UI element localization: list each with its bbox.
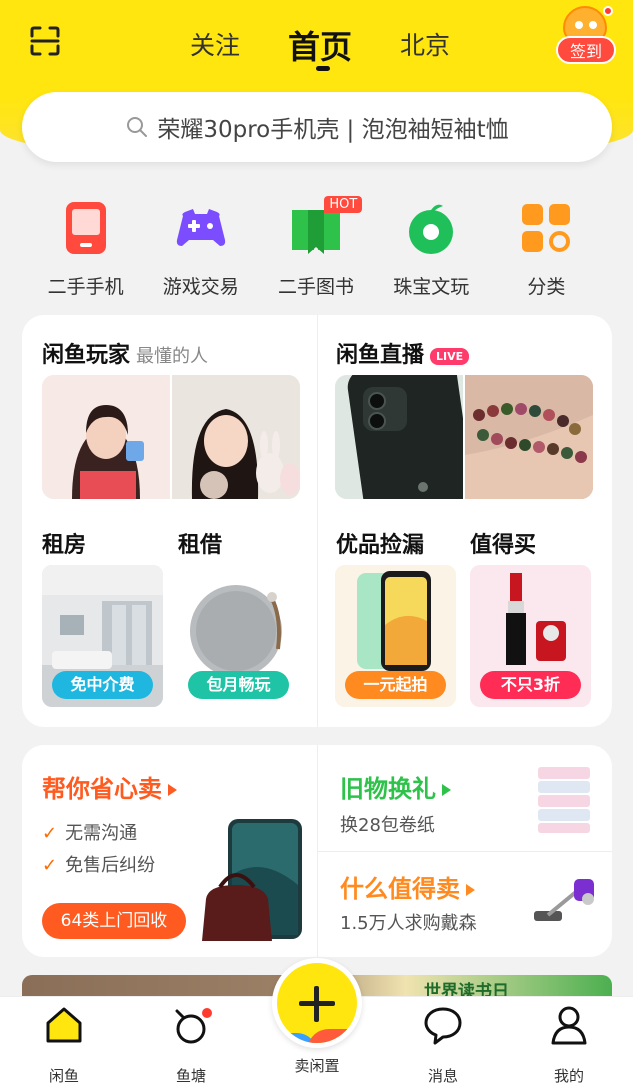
arrow-right-icon — [466, 884, 475, 896]
nav-label: 卖闲置 — [294, 1057, 340, 1075]
category-jewelry[interactable]: 珠宝文玩 — [374, 196, 489, 298]
sell-title: 帮你省心卖 — [42, 775, 162, 803]
exchange-section-title[interactable]: 旧物换礼 — [340, 769, 451, 804]
category-row: 二手手机 游戏交易 HOT 二手图书 珠宝文玩 分类 — [28, 196, 604, 298]
search-placeholder: 荣耀30pro手机壳 | 泡泡袖短袖t恤 — [157, 117, 509, 143]
worth-buy-title[interactable]: 值得买 — [470, 527, 536, 559]
check-icon: ✓ — [42, 855, 58, 876]
profile-icon — [551, 1006, 587, 1045]
bargain-thumb[interactable]: 一元起拍 — [335, 565, 456, 707]
nav-label: 闲鱼 — [48, 1067, 79, 1084]
search-bar[interactable]: 荣耀30pro手机壳 | 泡泡袖短袖t恤 — [22, 92, 612, 162]
player-photo-2[interactable] — [172, 375, 300, 499]
category-label: 游戏交易 — [162, 276, 239, 298]
category-label: 二手手机 — [47, 276, 124, 298]
worth-sell-title: 什么值得卖 — [340, 875, 460, 903]
sell-section-title[interactable]: 帮你省心卖 — [42, 769, 177, 804]
hot-badge: HOT — [324, 196, 363, 213]
nav-fishpond[interactable]: 鱼塘 — [151, 1003, 231, 1084]
arrow-right-icon — [168, 784, 177, 796]
signin-button[interactable]: 签到 — [556, 6, 618, 64]
nav-label: 鱼塘 — [175, 1067, 206, 1084]
live-section-title[interactable]: 闲鱼直播 LIVE — [336, 337, 470, 369]
bargain-title[interactable]: 优品捡漏 — [336, 527, 424, 559]
live-title: 闲鱼直播 — [336, 343, 425, 368]
tissue-image — [538, 767, 590, 833]
divider — [318, 851, 612, 852]
vacuum-image — [534, 879, 594, 921]
search-icon — [127, 117, 148, 137]
category-secondhand-phone[interactable]: 二手手机 — [28, 196, 143, 298]
arrow-right-icon — [442, 784, 451, 796]
players-subtitle: 最懂的人 — [136, 346, 209, 367]
tab-follow[interactable]: 关注 — [190, 26, 240, 62]
bargain-tag: 一元起拍 — [345, 671, 446, 699]
category-label: 二手图书 — [278, 276, 355, 298]
category-label: 珠宝文玩 — [393, 276, 470, 298]
category-all[interactable]: 分类 — [489, 196, 604, 298]
live-thumb-bracelet[interactable] — [465, 375, 593, 499]
rent-house-tag: 免中介费 — [52, 671, 153, 699]
category-grid-icon — [522, 204, 571, 252]
worth-buy-thumb[interactable]: 不只3折 — [470, 565, 591, 707]
player-photo-1[interactable] — [42, 375, 170, 499]
gamepad-icon — [176, 209, 225, 246]
exchange-subtitle: 换28包卷纸 — [340, 815, 435, 836]
notification-dot — [603, 6, 613, 16]
jewel-icon — [409, 204, 454, 254]
live-badge: LIVE — [430, 347, 470, 365]
home-icon — [46, 1007, 82, 1043]
sell-fab-button[interactable] — [272, 958, 362, 1048]
rent-house-thumb[interactable]: 免中介费 — [42, 565, 163, 707]
fishpond-icon — [175, 1008, 212, 1044]
rent-borrow-thumb[interactable]: 包月畅玩 — [178, 565, 299, 707]
promo-card: 帮你省心卖 ✓ 无需沟通 ✓ 免售后纠纷 64类上门回收 旧物换礼 换28包卷纸 什… — [22, 745, 612, 957]
plus-icon — [314, 986, 319, 1022]
players-section-title[interactable]: 闲鱼玩家 最懂的人 — [42, 337, 208, 369]
worth-sell-subtitle: 1.5万人求购戴森 — [340, 913, 477, 934]
rent-house-title[interactable]: 租房 — [42, 527, 86, 559]
players-title: 闲鱼玩家 — [42, 343, 131, 368]
feature-card: 闲鱼玩家 最懂的人 闲鱼直播 LIVE 租房 免中介费 租借 包月畅玩 优品捡漏… — [22, 315, 612, 727]
recycle-products-image — [202, 819, 302, 941]
recycle-button[interactable]: 64类上门回收 — [42, 903, 186, 939]
rent-borrow-tag: 包月畅玩 — [188, 671, 289, 699]
top-tabs: 关注 首页 北京 — [190, 26, 450, 76]
worth-sell-section-title[interactable]: 什么值得卖 — [340, 869, 475, 904]
category-secondhand-books[interactable]: HOT 二手图书 — [258, 196, 373, 298]
phone-icon — [65, 202, 106, 254]
sell-point: ✓ 无需沟通 — [42, 823, 138, 844]
exchange-title: 旧物换礼 — [340, 775, 436, 803]
tab-city[interactable]: 北京 — [400, 26, 450, 62]
nav-messages[interactable]: 消息 — [403, 1003, 483, 1084]
nav-home[interactable]: 闲鱼 — [24, 1003, 104, 1084]
live-thumb-phone[interactable] — [335, 375, 463, 499]
rent-borrow-title[interactable]: 租借 — [178, 527, 222, 559]
worth-buy-tag: 不只3折 — [480, 671, 581, 699]
sell-point: ✓ 免售后纠纷 — [42, 855, 156, 876]
category-game-trade[interactable]: 游戏交易 — [143, 196, 258, 298]
message-icon — [424, 1007, 462, 1045]
check-icon: ✓ — [42, 823, 58, 844]
tab-home[interactable]: 首页 — [288, 22, 352, 71]
nav-label: 消息 — [427, 1067, 458, 1084]
scan-icon[interactable] — [30, 26, 60, 56]
nav-label: 我的 — [553, 1067, 584, 1084]
category-label: 分类 — [527, 276, 566, 298]
signin-label: 签到 — [556, 36, 616, 64]
divider — [317, 315, 318, 727]
nav-profile[interactable]: 我的 — [529, 1003, 609, 1084]
